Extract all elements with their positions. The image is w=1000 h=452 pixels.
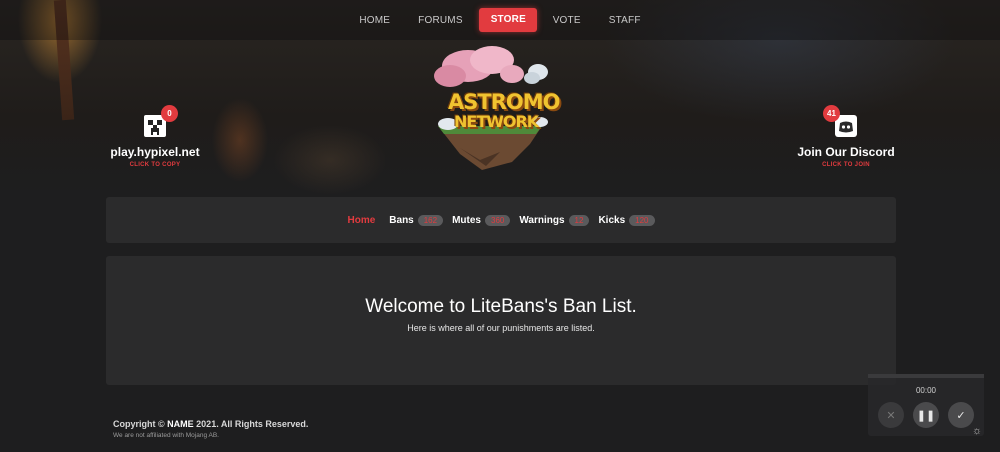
pause-icon[interactable]: ❚❚ [913, 402, 939, 428]
copyright-text: Copyright © NAME 2021. All Rights Reserv… [113, 419, 308, 429]
nav-staff[interactable]: STAFF [597, 9, 653, 32]
player-progress-bar[interactable] [868, 374, 984, 378]
copyright-name: NAME [167, 419, 194, 429]
bans-count-badge: 162 [417, 214, 444, 226]
warnings-count-badge: 12 [568, 214, 590, 226]
affiliation-disclaimer: We are not affiliated with Mojang AB. [113, 432, 219, 439]
nav-forums[interactable]: FORUMS [406, 9, 475, 32]
kicks-count-badge: 120 [629, 214, 655, 226]
logo-text-line1: ASTROMO [448, 90, 560, 114]
footer: Copyright © NAME 2021. All Rights Reserv… [113, 419, 308, 439]
tab-warnings-label: Warnings [519, 214, 565, 226]
welcome-title: Welcome to LiteBans's Ban List. [365, 296, 637, 317]
nav-vote[interactable]: VOTE [541, 9, 593, 32]
tab-warnings[interactable]: Warnings 12 [519, 214, 590, 226]
join-hint[interactable]: CLICK TO JOIN [794, 162, 898, 168]
nav-home[interactable]: HOME [347, 9, 402, 32]
minecraft-creeper-icon: 0 [144, 105, 178, 137]
close-icon[interactable]: ✕ [878, 402, 904, 428]
copy-hint[interactable]: CLICK TO COPY [104, 162, 206, 168]
tab-kicks[interactable]: Kicks 120 [598, 214, 655, 226]
top-navigation: HOME FORUMS STORE VOTE STAFF [0, 0, 1000, 40]
online-members-badge: 41 [823, 105, 840, 122]
tab-home[interactable]: Home [347, 215, 375, 226]
recording-player: 00:00 ✕ ❚❚ ✓ [868, 374, 984, 436]
discord-widget[interactable]: 41 Join Our Discord CLICK TO JOIN [794, 105, 898, 168]
player-time: 00:00 [915, 386, 937, 395]
server-address[interactable]: play.hypixel.net [104, 145, 206, 159]
punishment-tabs: Home Bans 162 Mutes 360 Warnings 12 Kick… [106, 197, 896, 243]
tab-kicks-label: Kicks [598, 214, 626, 226]
welcome-card: Welcome to LiteBans's Ban List. Here is … [106, 256, 896, 385]
tab-bans-label: Bans [389, 214, 414, 226]
mutes-count-badge: 360 [485, 214, 511, 226]
discord-icon: 41 [823, 105, 857, 137]
discord-title[interactable]: Join Our Discord [794, 145, 898, 159]
player-count-badge: 0 [161, 105, 178, 122]
check-icon[interactable]: ✓ [948, 402, 974, 428]
server-ip-widget[interactable]: 0 play.hypixel.net CLICK TO COPY [104, 105, 206, 168]
copyright-prefix: Copyright © [113, 419, 165, 429]
server-logo: ASTROMO NETWORK [420, 44, 560, 174]
copyright-suffix: 2021. All Rights Reserved. [196, 419, 309, 429]
nav-store[interactable]: STORE [478, 8, 537, 32]
tab-bans[interactable]: Bans 162 [389, 214, 444, 226]
settings-icon[interactable]: ☼ [972, 425, 982, 437]
tab-mutes[interactable]: Mutes 360 [452, 214, 511, 226]
tab-mutes-label: Mutes [452, 214, 481, 226]
welcome-subtitle: Here is where all of our punishments are… [407, 323, 595, 333]
logo-text-line2: NETWORK [454, 112, 539, 131]
